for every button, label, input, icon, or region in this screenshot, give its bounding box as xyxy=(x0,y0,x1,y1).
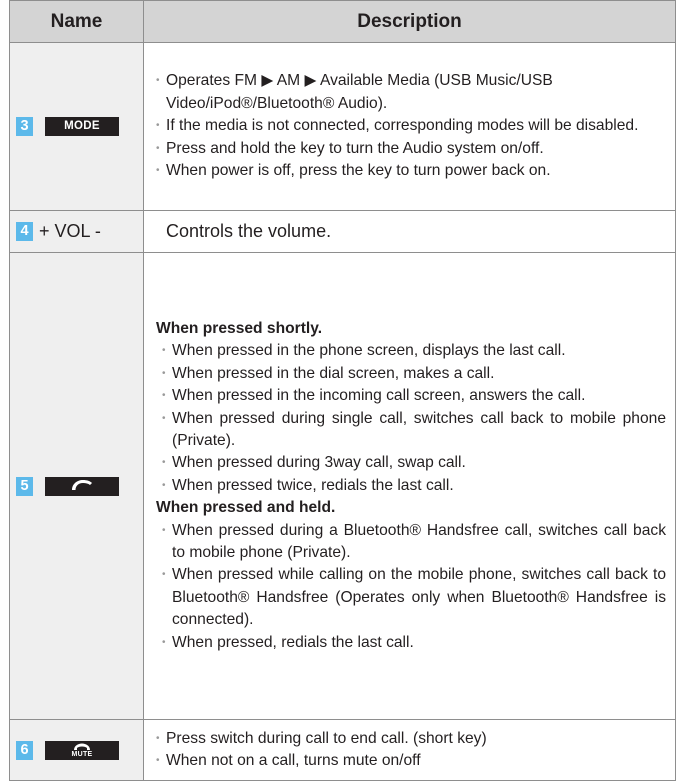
end-call-mute-key: MUTE xyxy=(45,740,119,760)
table-row-volume: 4 + VOL - Controls the volume. xyxy=(9,210,676,253)
volume-description: Controls the volume. xyxy=(166,221,332,242)
list-item: When pressed twice, redials the last cal… xyxy=(162,475,666,498)
name-header: Name xyxy=(9,0,144,43)
section-heading-short-press: When pressed shortly. xyxy=(156,319,323,337)
name-cell-mode: 3 MODE xyxy=(9,42,144,211)
header-row: Name Description xyxy=(9,0,676,43)
list-item: Press switch during call to end call. (s… xyxy=(156,728,666,751)
list-item: When pressed during single call, switche… xyxy=(162,408,666,453)
item-number-badge: 4 xyxy=(16,222,33,241)
description-cell-mode: Operates FM ▶ AM ▶ Available Media (USB … xyxy=(143,42,676,211)
description-cell-call: When pressed shortly. When pressed in th… xyxy=(143,252,676,720)
list-item: Press and hold the key to turn the Audio… xyxy=(156,138,666,161)
section-heading-press-hold: When pressed and held. xyxy=(156,499,336,517)
list-item: When power is off, press the key to turn… xyxy=(156,160,666,183)
item-number-badge: 6 xyxy=(16,740,33,760)
call-icon xyxy=(72,479,92,490)
table-row-mute: 6 MUTE Press switch during call to end ca… xyxy=(9,719,676,781)
item-number-badge: 5 xyxy=(16,476,33,496)
table-row-mode: 3 MODE Operates FM ▶ AM ▶ Available Media… xyxy=(9,42,676,211)
list-item: When pressed during a Bluetooth® Handsfr… xyxy=(162,520,666,565)
item-number-badge: 3 xyxy=(16,117,33,136)
list-item: Operates FM ▶ AM ▶ Available Media (USB … xyxy=(156,70,666,115)
list-item: When pressed while calling on the mobile… xyxy=(162,564,666,631)
volume-key-label: + VOL - xyxy=(39,221,101,241)
name-cell-call: 5 xyxy=(9,252,144,720)
name-cell-volume: 4 + VOL - xyxy=(9,210,144,253)
mode-key: MODE xyxy=(45,117,119,136)
list-item: When pressed during 3way call, swap call… xyxy=(162,452,666,475)
table-row-call: 5 When pressed shortly. When pressed in … xyxy=(9,252,676,720)
list-item: When pressed, redials the last call. xyxy=(162,632,666,655)
description-header: Description xyxy=(143,0,676,43)
call-key xyxy=(45,476,119,496)
description-cell-mute: Press switch during call to end call. (s… xyxy=(143,719,676,781)
list-item: When pressed in the dial screen, makes a… xyxy=(162,363,666,386)
list-item: When pressed in the phone screen, displa… xyxy=(162,340,666,363)
description-cell-volume: Controls the volume. xyxy=(143,210,676,253)
mute-key-label: MUTE xyxy=(71,750,93,758)
list-item: If the media is not connected, correspon… xyxy=(156,115,666,138)
name-cell-mute: 6 MUTE xyxy=(9,719,144,781)
controls-table: Name Description 3 MODE Operates FM ▶ AM … xyxy=(9,0,676,781)
list-item: When not on a call, turns mute on/off xyxy=(156,750,666,773)
list-item: When pressed in the incoming call screen… xyxy=(162,385,666,408)
